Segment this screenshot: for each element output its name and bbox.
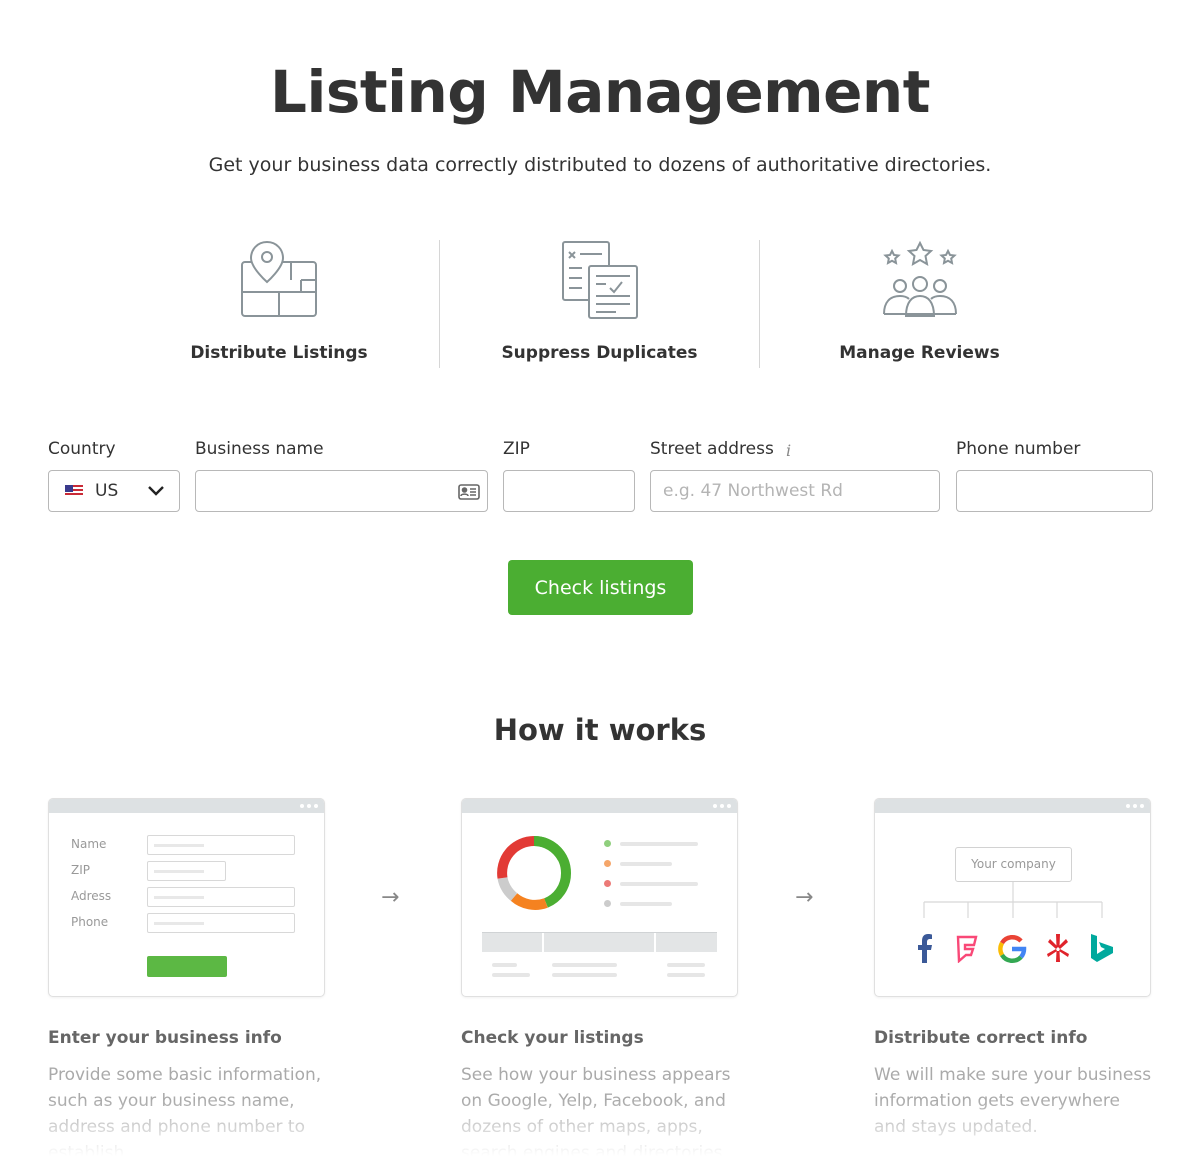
mock-table-line: [552, 963, 617, 967]
country-value: US: [95, 481, 119, 501]
people-stars-icon: [882, 240, 957, 317]
arrow-icon: →: [795, 885, 814, 910]
country-select[interactable]: US: [48, 470, 180, 512]
step-2-title: Check your listings: [461, 1028, 644, 1048]
bing-icon: [1091, 934, 1113, 962]
business-name-input[interactable]: [196, 471, 487, 511]
mock-label-name: Name: [71, 837, 107, 851]
tree-connector: [923, 882, 1103, 918]
legend-line: [620, 902, 672, 906]
mock-input: [147, 835, 295, 855]
street-address-input[interactable]: [651, 471, 939, 511]
check-listings-button[interactable]: Check listings: [508, 560, 693, 615]
mock-input: [147, 913, 295, 933]
yelp-icon: [1047, 934, 1069, 962]
business-name-label: Business name: [195, 439, 324, 459]
window-titlebar: [462, 799, 737, 813]
window-titlebar: [49, 799, 324, 813]
zip-label: ZIP: [503, 439, 530, 459]
feature-label: Manage Reviews: [839, 343, 1000, 363]
google-icon: [998, 935, 1027, 963]
mock-table-line: [492, 963, 517, 967]
feature-manage-reviews: Manage Reviews: [759, 240, 1079, 368]
feature-distribute-listings: Distribute Listings: [119, 240, 439, 368]
legend-dot: [604, 880, 611, 887]
legend-line: [620, 842, 698, 846]
mock-input: [147, 887, 295, 907]
page-subtitle: Get your business data correctly distrib…: [208, 154, 992, 176]
step-3-illustration: Your company: [874, 798, 1151, 997]
country-label: Country: [48, 439, 116, 459]
mock-table-header: [482, 932, 717, 953]
legend-dot: [604, 900, 611, 907]
feature-label: Suppress Duplicates: [501, 343, 698, 363]
mock-label-phone: Phone: [71, 915, 109, 929]
page-title: Listing Management: [270, 58, 930, 126]
mock-button: [147, 956, 227, 977]
mock-label-zip: ZIP: [71, 863, 90, 877]
us-flag-icon: [65, 485, 83, 497]
phone-number-field: [956, 470, 1153, 512]
facebook-icon: [918, 934, 932, 963]
phone-number-input[interactable]: [957, 471, 1152, 511]
legend-dot: [604, 840, 611, 847]
legend-line: [620, 882, 698, 886]
phone-number-label: Phone number: [956, 439, 1081, 459]
contact-card-icon: [458, 484, 480, 500]
legend-dot: [604, 860, 611, 867]
feature-suppress-duplicates: Suppress Duplicates: [439, 240, 759, 368]
info-icon[interactable]: i: [786, 441, 791, 460]
step-1-title: Enter your business info: [48, 1028, 282, 1048]
business-name-field: [195, 470, 488, 512]
step-3-title: Distribute correct info: [874, 1028, 1088, 1048]
chevron-down-icon: [148, 486, 164, 496]
how-it-works-title: How it works: [493, 713, 707, 747]
window-titlebar: [875, 799, 1150, 813]
arrow-icon: →: [381, 885, 400, 910]
street-address-field: [650, 470, 940, 512]
feature-label: Distribute Listings: [190, 343, 368, 363]
zip-field: [503, 470, 635, 512]
mock-table-line: [492, 973, 530, 977]
zip-input[interactable]: [504, 471, 634, 511]
foursquare-icon: [956, 935, 978, 963]
step-1-illustration: Name ZIP Adress Phone: [48, 798, 325, 997]
mock-label-address: Adress: [71, 889, 112, 903]
donut-chart-icon: [497, 836, 572, 910]
map-pin-icon: [241, 240, 317, 317]
bottom-fade: [0, 1100, 1200, 1166]
mock-input: [147, 861, 226, 881]
mock-table-line: [667, 963, 705, 967]
legend-line: [620, 862, 672, 866]
documents-icon: [561, 241, 638, 319]
step-2-illustration: [461, 798, 738, 997]
street-address-label: Street address: [650, 439, 774, 459]
mock-table-line: [552, 973, 617, 977]
mock-company-box: Your company: [955, 847, 1072, 882]
mock-table-line: [667, 973, 705, 977]
features-row: Distribute Listings Suppress Duplicates …: [119, 240, 1081, 368]
